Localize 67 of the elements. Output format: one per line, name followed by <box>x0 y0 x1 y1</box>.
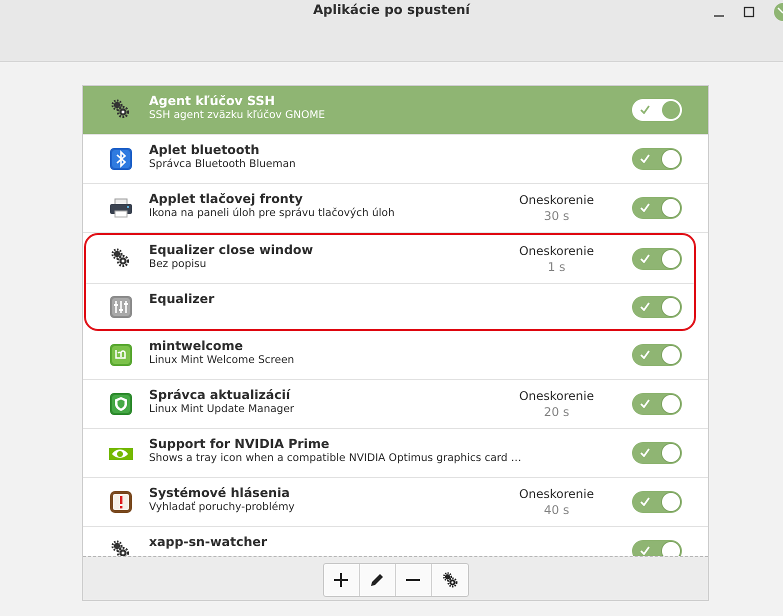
startup-app-row[interactable]: mintwelcome Linux Mint Welcome Screen <box>83 331 708 380</box>
app-name: Systémové hlásenia <box>149 485 291 500</box>
delay-label: Oneskorenie <box>519 487 594 501</box>
check-icon <box>640 448 650 457</box>
app-name: Správca aktualizácií <box>149 387 292 402</box>
app-description: Ikona na paneli úloh pre správu tlačových úloh <box>149 207 396 219</box>
enable-switch[interactable] <box>632 248 682 270</box>
app-description: SSH agent zväzku kľúčov GNOME <box>149 109 326 121</box>
app-name: Equalizer close window <box>149 242 314 257</box>
app-name: Support for NVIDIA Prime <box>149 436 330 451</box>
check-icon <box>640 203 650 212</box>
enable-switch[interactable] <box>632 99 682 121</box>
check-icon <box>640 154 650 163</box>
check-icon <box>640 399 650 408</box>
delay-label: Oneskorenie <box>519 244 594 258</box>
close-icon[interactable] <box>773 3 783 21</box>
app-description: Vyhladať poruchy-problémy <box>149 501 296 513</box>
delay-label: Oneskorenie <box>519 193 594 207</box>
app-name: Applet tlačovej fronty <box>149 191 304 206</box>
startup-app-row[interactable]: Systémové hlásenia Vyhladať poruchy-problémy Oneskorenie 40 s <box>83 478 708 527</box>
check-icon <box>640 546 650 555</box>
app-name: Aplet bluetooth <box>149 142 260 157</box>
startup-app-row[interactable]: Support for NVIDIA Prime Shows a tray icon when a compatible NVIDIA Optimus graphics card … <box>83 429 708 478</box>
bluetooth-icon <box>109 147 133 171</box>
minus-icon <box>405 578 421 580</box>
app-description: Správca Bluetooth Blueman <box>149 158 297 170</box>
equalizer-icon <box>109 294 133 318</box>
app-description: Linux Mint Update Manager <box>149 403 296 415</box>
plus-icon <box>333 572 349 588</box>
pencil-icon <box>369 572 385 588</box>
app-name: mintwelcome <box>149 338 244 353</box>
maximize-icon[interactable] <box>743 6 755 18</box>
app-name: Agent kľúčov SSH <box>149 93 276 108</box>
check-icon <box>640 302 650 310</box>
app-description: Shows a tray icon when a compatible NVIDIA Optimus graphics card … <box>149 452 522 464</box>
enable-switch[interactable] <box>632 540 682 556</box>
delay-label: Oneskorenie <box>519 389 594 403</box>
startup-app-row[interactable]: Equalizer <box>86 284 694 329</box>
delay-value: 1 s <box>548 260 566 274</box>
check-icon <box>640 105 650 114</box>
enable-switch[interactable] <box>632 148 682 170</box>
enable-switch[interactable] <box>632 491 682 513</box>
app-name: xapp-sn-watcher <box>149 534 268 549</box>
gears-icon <box>440 570 458 588</box>
enable-switch[interactable] <box>632 197 682 219</box>
startup-app-row[interactable]: Equalizer close window Bez popisu Oneskorenie 1 s <box>86 235 694 284</box>
app-name: Equalizer <box>149 291 216 306</box>
shield-icon <box>109 392 133 416</box>
enable-switch[interactable] <box>632 296 682 318</box>
alert-icon <box>109 490 133 514</box>
startup-app-row[interactable]: Aplet bluetooth Správca Bluetooth Blueman <box>83 135 708 184</box>
mint-logo-icon <box>109 343 133 367</box>
enable-switch[interactable] <box>632 344 682 366</box>
delay-value: 30 s <box>544 209 570 223</box>
app-description: Bez popisu <box>149 258 208 270</box>
check-icon <box>640 254 650 263</box>
startup-app-row[interactable]: Applet tlačovej fronty Ikona na paneli úloh pre správu tlačových úloh Oneskorenie 30 s <box>83 184 708 233</box>
delay-value: 40 s <box>544 503 570 517</box>
enable-switch[interactable] <box>632 442 682 464</box>
printer-icon <box>109 196 133 220</box>
check-icon <box>640 497 650 506</box>
enable-switch[interactable] <box>632 393 682 415</box>
window-title: Aplikácie po spustení <box>313 3 470 20</box>
startup-app-row[interactable]: Správca aktualizácií Linux Mint Update Manager Oneskorenie 20 s <box>83 380 708 429</box>
app-description: Linux Mint Welcome Screen <box>149 354 296 366</box>
delay-value: 20 s <box>544 405 570 419</box>
check-icon <box>640 350 650 359</box>
